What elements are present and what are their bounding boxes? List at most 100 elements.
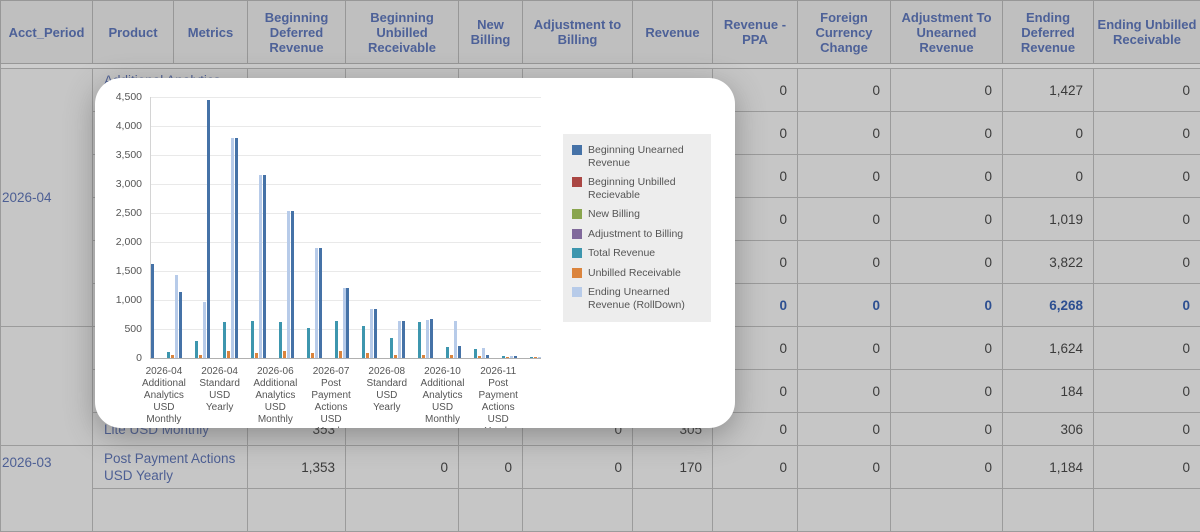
value-cell: 0 <box>891 370 1003 413</box>
bar <box>430 319 433 358</box>
bar <box>151 264 154 358</box>
bar <box>474 349 477 358</box>
bar <box>450 355 453 358</box>
legend-swatch-icon <box>572 177 582 187</box>
value-cell: 0 <box>1094 284 1200 327</box>
value-cell: 0 <box>713 446 798 489</box>
bar <box>374 309 377 358</box>
bar <box>311 353 314 358</box>
value-cell: 0 <box>891 327 1003 370</box>
acct-period-cell: 2026-03 <box>1 446 93 532</box>
value-cell: 0 <box>891 446 1003 489</box>
value-cell <box>798 489 891 532</box>
y-axis-tick-label: 1,500 <box>95 265 142 277</box>
value-cell <box>1003 489 1094 532</box>
bar-cluster <box>513 97 541 358</box>
y-axis-tick-label: 2,500 <box>95 207 142 219</box>
legend-label: New Billing <box>588 208 640 221</box>
value-cell: 0 <box>1094 327 1200 370</box>
acct-period-cell: 2026-04 <box>1 69 93 327</box>
bar <box>319 248 322 358</box>
bar <box>502 356 505 358</box>
legend-swatch-icon <box>572 145 582 155</box>
column-header: Beginning Unbilled Receivable <box>346 1 459 64</box>
y-axis-tick-label: 2,000 <box>95 236 142 248</box>
acct-period-cell <box>1 327 93 446</box>
value-cell: 3,822 <box>1003 241 1094 284</box>
value-cell <box>633 489 713 532</box>
bar <box>394 355 397 358</box>
value-cell: 0 <box>798 155 891 198</box>
value-cell: 0 <box>523 446 633 489</box>
bar <box>235 138 238 358</box>
value-cell: 184 <box>1003 370 1094 413</box>
legend-item[interactable]: New Billing <box>572 208 703 221</box>
column-header: Acct_Period <box>1 1 93 64</box>
value-cell: 0 <box>798 112 891 155</box>
y-axis-tick-label: 4,000 <box>95 120 142 132</box>
bar <box>279 322 282 358</box>
legend-item[interactable]: Ending Unearned Revenue (RollDown) <box>572 286 703 311</box>
chart-legend: Beginning Unearned Revenue Beginning Unbi… <box>563 134 711 322</box>
bar <box>418 322 421 358</box>
value-cell: 0 <box>1094 198 1200 241</box>
column-header: Metrics <box>174 1 248 64</box>
legend-item[interactable]: Total Revenue <box>572 247 703 260</box>
value-cell: 0 <box>891 413 1003 446</box>
bar <box>335 321 338 358</box>
table-row[interactable]: 2026-03Post Payment Actions USD Yearly1,… <box>1 446 1200 489</box>
legend-swatch-icon <box>572 287 582 297</box>
value-cell: 1,019 <box>1003 198 1094 241</box>
value-cell: 0 <box>891 69 1003 112</box>
value-cell: 6,268 <box>1003 284 1094 327</box>
value-cell <box>1094 489 1200 532</box>
value-cell: 0 <box>798 198 891 241</box>
bar-cluster <box>346 97 374 358</box>
legend-label: Adjustment to Billing <box>588 228 683 241</box>
legend-label: Total Revenue <box>588 247 655 260</box>
value-cell: 0 <box>798 446 891 489</box>
bar <box>307 328 310 358</box>
chart-popup: 05001,0001,5002,0002,5003,0003,5004,0004… <box>95 78 735 428</box>
value-cell <box>459 489 523 532</box>
column-header: Revenue - PPA <box>713 1 798 64</box>
y-axis-tick-label: 500 <box>95 323 142 335</box>
bar <box>506 357 509 358</box>
bar <box>255 353 258 358</box>
bar <box>207 100 210 358</box>
bar-cluster <box>290 97 318 358</box>
table-header: Acct_PeriodProductMetricsBeginning Defer… <box>1 1 1200 64</box>
column-header: Adjustment to Billing <box>523 1 633 64</box>
legend-item[interactable]: Adjustment to Billing <box>572 228 703 241</box>
bar <box>538 357 541 358</box>
legend-item[interactable]: Unbilled Receivable <box>572 267 703 280</box>
column-header: Foreign Currency Change <box>798 1 891 64</box>
bar <box>171 355 174 358</box>
legend-item[interactable]: Beginning Unearned Revenue <box>572 144 703 169</box>
legend-swatch-icon <box>572 248 582 258</box>
value-cell: 0 <box>798 370 891 413</box>
value-cell: 0 <box>798 284 891 327</box>
bar <box>422 355 425 358</box>
bar <box>199 355 202 358</box>
bar-cluster <box>374 97 402 358</box>
value-cell: 1,427 <box>1003 69 1094 112</box>
column-header: Ending Unbilled Receivable <box>1094 1 1200 64</box>
column-header: Product <box>93 1 174 64</box>
value-cell: 0 <box>891 241 1003 284</box>
legend-item[interactable]: Beginning Unbilled Recievable <box>572 176 703 201</box>
app-window: { "header": { "columns": ["Acct_Period",… <box>0 0 1200 502</box>
bar <box>534 357 537 358</box>
value-cell: 0 <box>346 446 459 489</box>
bar <box>478 356 481 358</box>
legend-label: Beginning Unearned Revenue <box>588 144 703 169</box>
y-axis-tick-label: 1,000 <box>95 294 142 306</box>
bar <box>339 351 342 358</box>
value-cell: 0 <box>798 413 891 446</box>
value-cell <box>248 489 346 532</box>
table-row[interactable] <box>1 489 1200 532</box>
value-cell <box>713 489 798 532</box>
value-cell: 0 <box>798 241 891 284</box>
bar-cluster <box>235 97 263 358</box>
bar <box>291 211 294 358</box>
